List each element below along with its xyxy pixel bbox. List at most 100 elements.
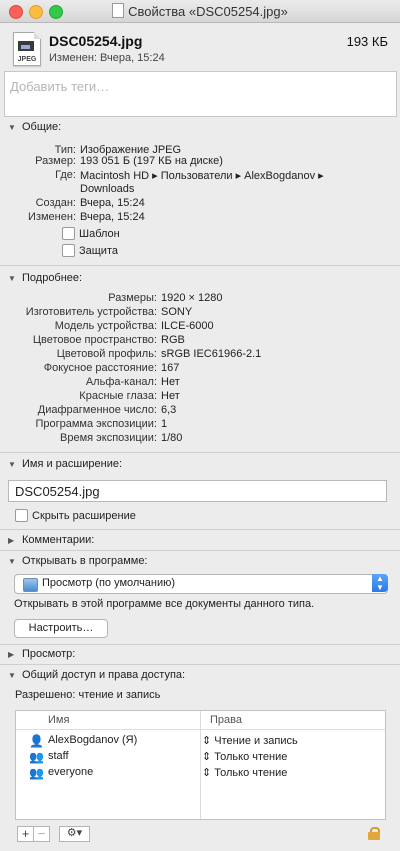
row-value: Downloads [80,183,135,195]
disclosure-open-icon[interactable]: ▼ [8,123,16,132]
divider [0,644,400,645]
user-name: AlexBogdanov (Я) [48,734,138,746]
row-value: Вчера, 15:24 [80,211,145,223]
configure-button[interactable]: Настроить… [14,619,108,638]
row-value: ILCE-6000 [161,320,214,332]
window-title-wrap: Свойства «DSC05254.jpg» [0,3,400,19]
section-comments[interactable]: ▶ Комментарии: [0,532,400,550]
section-name-ext[interactable]: ▼ Имя и расширение: [0,456,400,474]
permissions-table: Имя Права 👤 AlexBogdanov (Я) ⇕ Чтение и … [15,710,386,820]
add-user-button[interactable]: + [17,826,34,842]
row-value: 1920 × 1280 [161,292,223,304]
divider [0,265,400,266]
section-sharing-title: Общий доступ и права доступа: [22,669,186,681]
row-key: Красные глаза: [79,390,157,402]
table-row[interactable]: 👥 everyone ⇕ Только чтение [16,765,385,781]
chevron-updown-icon: ⇕ [202,751,212,763]
row-key: Программа экспозиции: [35,418,157,430]
section-sharing[interactable]: ▼ Общий доступ и права доступа: [0,667,400,685]
column-header-privilege[interactable]: Права [210,714,242,726]
window-title: Свойства «DSC05254.jpg» [128,4,288,19]
user-name: everyone [48,766,94,778]
tags-input[interactable] [8,78,382,95]
row-key: Диафрагменное число: [37,404,157,416]
section-general[interactable]: ▼ Общие: [0,119,400,137]
privilege-popup[interactable]: ⇕ Чтение и запись [202,734,298,747]
row-value: SONY [161,306,193,318]
disclosure-closed-icon[interactable]: ▶ [8,536,14,545]
disclosure-open-icon[interactable]: ▼ [8,274,16,283]
hide-extension-label: Скрыть расширение [32,510,136,522]
open-with-selected: Просмотр (по умолчанию) [42,577,176,589]
privilege-popup[interactable]: ⇕ Только чтение [202,750,287,763]
row-key: Изготовитель устройства: [25,306,157,318]
row-key: Цветовое пространство: [32,334,157,346]
disclosure-closed-icon[interactable]: ▶ [8,650,14,659]
row-key: Время экспозиции: [60,432,157,444]
row-key: Альфа-канал: [85,376,157,388]
divider [0,550,400,551]
divider [0,664,400,665]
privilege-popup[interactable]: ⇕ Только чтение [202,766,287,779]
section-more-info[interactable]: ▼ Подробнее: [0,270,400,288]
open-with-popup[interactable]: Просмотр (по умолчанию) ▲ ▼ [14,574,388,594]
file-modified: Изменен: Вчера, 15:24 [49,52,165,64]
user-name: staff [48,750,69,762]
row-key: Модель устройства: [54,320,157,332]
info-row: Изготовитель устройства: SONY [0,306,400,320]
row-key: Фокусное расстояние: [43,362,157,374]
remove-user-button[interactable]: − [33,826,50,842]
name-field[interactable] [8,480,387,502]
general-row-size: Размер: 193 051 Б (197 КБ на диске) [0,155,400,169]
general-row-created: Создан: Вчера, 15:24 [0,197,400,211]
privilege-value: Чтение и запись [214,735,298,747]
table-row[interactable]: 👤 AlexBogdanov (Я) ⇕ Чтение и запись [16,733,385,749]
column-header-name[interactable]: Имя [48,714,69,726]
section-open-with-title: Открывать в программе: [22,555,148,567]
document-icon [112,3,125,18]
section-preview-title: Просмотр: [22,648,76,660]
chevron-updown-icon[interactable]: ▲ ▼ [372,574,388,592]
locked-label: Защита [79,245,118,257]
chevron-updown-icon: ⇕ [202,767,212,779]
divider [0,529,400,530]
row-value: Нет [161,390,180,402]
info-row: Время экспозиции: 1/80 [0,432,400,446]
disclosure-open-icon[interactable]: ▼ [8,671,16,680]
stationery-label: Шаблон [79,228,120,240]
locked-checkbox[interactable] [62,244,75,257]
general-row-modified: Изменен: Вчера, 15:24 [0,211,400,225]
row-value: 1 [161,418,168,430]
table-row[interactable]: 👥 staff ⇕ Только чтение [16,749,385,765]
stationery-checkbox[interactable] [62,227,75,240]
row-value: RGB [161,334,185,346]
sharing-allowed: Разрешено: чтение и запись [15,689,161,701]
tags-field[interactable] [4,71,397,117]
hide-extension-checkbox[interactable] [15,509,28,522]
row-value: Вчера, 15:24 [80,197,145,209]
row-value: 1/80 [161,432,183,444]
group-icon: 👥 [29,750,44,764]
chevron-updown-icon: ⇕ [202,735,212,747]
open-with-description: Открывать в этой программе все документы… [14,598,315,610]
section-open-with[interactable]: ▼ Открывать в программе: [0,553,400,571]
row-value: sRGB IEC61966-2.1 [161,348,262,360]
info-row: Цветовой профиль: sRGB IEC61966-2.1 [0,348,400,362]
general-row-where: Где: Macintosh HD ▸ Пользователи ▸ AlexB… [0,169,400,183]
info-row: Красные глаза: Нет [0,390,400,404]
info-row: Размеры: 1920 × 1280 [0,292,400,306]
action-menu-button[interactable]: ⚙▾ [59,826,90,842]
row-key: Изменен: [28,211,76,223]
disclosure-open-icon[interactable]: ▼ [8,460,16,469]
row-value: 167 [161,362,180,374]
section-preview[interactable]: ▶ Просмотр: [0,646,400,664]
info-row: Альфа-канал: Нет [0,376,400,390]
lock-icon[interactable] [368,827,380,840]
info-row: Фокусное расстояние: 167 [0,362,400,376]
name-input[interactable] [13,483,377,500]
disclosure-open-icon[interactable]: ▼ [8,557,16,566]
everyone-icon: 👥 [29,766,44,780]
row-value: Нет [161,376,180,388]
row-key: Создан: [35,197,76,209]
info-row: Программа экспозиции: 1 [0,418,400,432]
